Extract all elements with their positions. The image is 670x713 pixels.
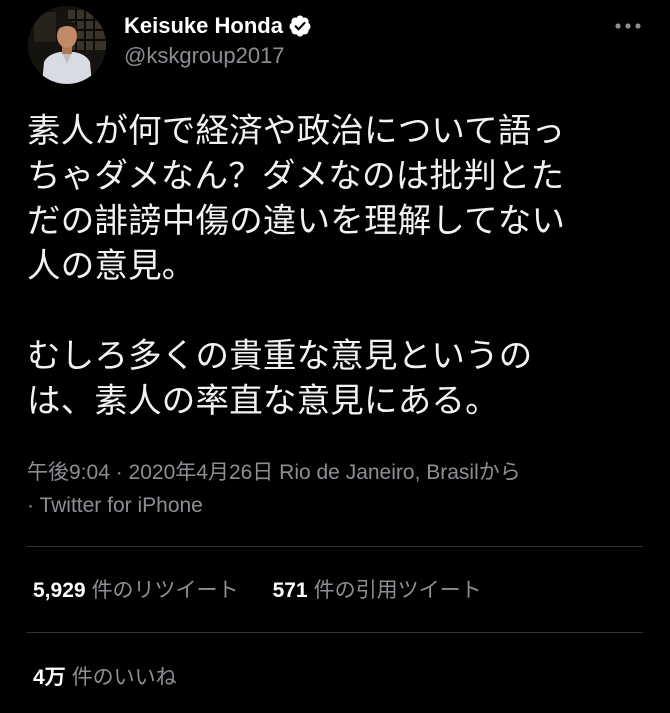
timestamp-line: 午後9:04 · 2020年4月26日 Rio de Janeiro, Bras… — [27, 456, 627, 489]
tweet-date-link[interactable]: 2020年4月26日 — [129, 461, 274, 484]
tweet-text-line: は、素人の率直な意見にある。 — [27, 381, 499, 420]
source-prefix: · — [27, 494, 40, 517]
tweet-text-line: 人の意見。 — [27, 246, 196, 285]
location-suffix: から — [478, 461, 521, 484]
quote-label: 件の引用ツイート — [313, 579, 482, 602]
source-app-link[interactable]: Twitter for iPhone — [39, 494, 202, 517]
retweets-stat[interactable]: 5,929 件のリツイート — [33, 574, 239, 604]
source-line: · Twitter for iPhone — [27, 489, 627, 522]
tweet-text-line: 素人が何で経済や政治について語っ — [27, 111, 566, 150]
quotes-stat[interactable]: 571 件の引用ツイート — [273, 574, 482, 604]
like-count: 4万 — [33, 666, 66, 689]
likes-stats-row: 4万 件のいいね — [33, 661, 177, 691]
meta-separator: · — [109, 461, 129, 484]
tweet-paragraph: むしろ多くの貴重な意見というの は、素人の率直な意見にある。 — [27, 333, 637, 423]
profile-photo-icon — [28, 6, 106, 84]
retweet-count: 5,929 — [33, 579, 86, 602]
tweet-text-line: ちゃダメなん？ダメなのは批判とた — [27, 156, 565, 195]
like-label: 件のいいね — [71, 666, 177, 689]
tweet-text-line: むしろ多くの貴重な意見というの — [27, 336, 533, 375]
more-dots-icon — [615, 23, 641, 29]
tweet-time-link[interactable]: 午後9:04 — [27, 461, 110, 484]
username-handle[interactable]: @kskgroup2017 — [124, 43, 285, 69]
avatar[interactable] — [28, 6, 106, 84]
verified-badge-icon — [288, 14, 312, 38]
tweet-text: 素人が何で経済や政治について語っ ちゃダメなん？ダメなのは批判とた だの誹謗中傷… — [27, 108, 637, 423]
more-options-button[interactable] — [610, 12, 646, 40]
display-name[interactable]: Keisuke Honda — [124, 13, 283, 39]
engagement-stats-row: 5,929 件のリツイート 571 件の引用ツイート — [33, 574, 482, 604]
tweet-paragraph: 素人が何で経済や政治について語っ ちゃダメなん？ダメなのは批判とた だの誹謗中傷… — [27, 108, 637, 288]
quote-count: 571 — [272, 579, 308, 602]
divider — [27, 632, 643, 633]
tweet-text-line: だの誹謗中傷の違いを理解してない — [27, 201, 566, 240]
location-link[interactable]: Rio de Janeiro, Brasil — [279, 461, 479, 484]
likes-stat[interactable]: 4万 件のいいね — [33, 661, 177, 691]
tweet-detail: Keisuke Honda @kskgroup2017 素人が何で経済や政治につ… — [0, 0, 670, 713]
author-name-row[interactable]: Keisuke Honda — [124, 11, 312, 41]
retweet-label: 件のリツイート — [91, 579, 239, 602]
divider — [27, 546, 643, 547]
tweet-metadata: 午後9:04 · 2020年4月26日 Rio de Janeiro, Bras… — [27, 456, 627, 522]
